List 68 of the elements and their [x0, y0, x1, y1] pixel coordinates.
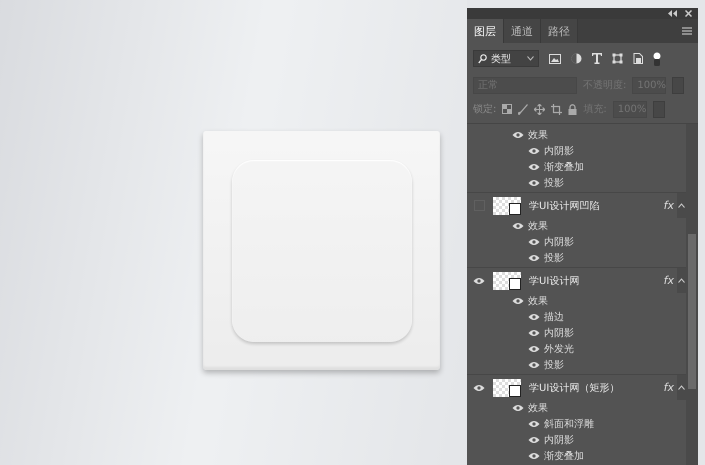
eye-icon[interactable] — [528, 312, 540, 322]
image-filter-icon[interactable] — [549, 54, 561, 64]
panel-tab[interactable]: 通道 — [504, 19, 541, 44]
layer-row[interactable]: 学UI设计网凹陷 fx — [467, 192, 686, 218]
effect-name: 内阴影 — [544, 144, 574, 158]
effects-label: 效果 — [528, 295, 548, 308]
eye-icon[interactable] — [528, 344, 540, 354]
layer-thumbnail — [493, 272, 521, 290]
effect-name: 内阴影 — [544, 236, 574, 249]
eye-icon[interactable] — [512, 130, 524, 140]
effect-name: 投影 — [544, 358, 564, 372]
effect-name: 外发光 — [544, 342, 574, 356]
filter-dropdown[interactable]: 类型 — [473, 50, 539, 68]
effect-name: 斜面和浮雕 — [544, 418, 594, 431]
effects-label: 效果 — [528, 129, 548, 142]
eye-icon[interactable] — [528, 419, 540, 429]
eye-icon[interactable] — [528, 162, 540, 172]
smart-object-filter-icon[interactable] — [633, 53, 643, 64]
scrollbar-thumb[interactable] — [688, 234, 696, 389]
brush-icon[interactable] — [518, 104, 528, 114]
filter-toggle-icon[interactable] — [653, 52, 661, 66]
fx-label: fx — [664, 381, 674, 394]
eye-icon[interactable] — [512, 403, 524, 413]
type-filter-icon[interactable] — [592, 53, 602, 64]
eye-icon[interactable] — [528, 146, 540, 156]
layer-name: 学UI设计网（矩形） — [529, 382, 620, 394]
eye-icon[interactable] — [512, 296, 524, 306]
layer-thumbnail — [493, 196, 521, 214]
eye-icon[interactable] — [528, 178, 540, 188]
caret-icon[interactable] — [677, 375, 686, 400]
effect-name: 内阴影 — [544, 326, 574, 340]
eye-icon[interactable] — [473, 382, 485, 392]
eye-icon[interactable] — [528, 435, 540, 445]
close-icon[interactable] — [685, 10, 692, 18]
layer-row[interactable]: 学UI设计网（矩形） fx — [467, 374, 686, 400]
layer-name: 学UI设计网凹陷 — [529, 200, 600, 212]
adjustment-filter-icon[interactable] — [571, 53, 582, 64]
effect-name: 渐变叠加 — [544, 450, 584, 463]
panel-tab[interactable]: 图层 — [467, 19, 504, 44]
eye-icon[interactable] — [528, 360, 540, 370]
effects-label: 效果 — [528, 402, 548, 415]
effects-label: 效果 — [528, 220, 548, 233]
artboard-icon[interactable] — [551, 104, 562, 114]
effect-name: 投影 — [544, 176, 564, 190]
effect-name: 描边 — [544, 310, 564, 324]
panel-tab[interactable]: 路径 — [541, 19, 578, 44]
move-icon[interactable] — [534, 104, 546, 114]
lock-transparency-icon[interactable] — [502, 104, 512, 114]
layer-name: 学UI设计网 — [529, 274, 580, 288]
caret-icon[interactable] — [677, 268, 686, 293]
eye-icon[interactable] — [528, 451, 540, 461]
lock-icon[interactable] — [568, 104, 578, 114]
caret-icon — [527, 56, 534, 62]
layer-row[interactable]: 学UI设计网 fx — [467, 267, 686, 293]
eye-icon[interactable] — [528, 328, 540, 338]
shape-filter-icon[interactable] — [612, 53, 623, 64]
eye-icon[interactable] — [512, 221, 524, 231]
eye-icon[interactable] — [528, 237, 540, 247]
fx-label: fx — [664, 274, 674, 287]
fx-label: fx — [664, 199, 674, 212]
layer-thumbnail — [493, 378, 521, 396]
eye-icon[interactable] — [473, 276, 485, 286]
caret-icon[interactable] — [677, 193, 686, 218]
eye-icon[interactable] — [528, 253, 540, 263]
effect-name: 投影 — [544, 252, 564, 265]
effect-name: 内阴影 — [544, 434, 574, 447]
effect-name: 渐变叠加 — [544, 160, 584, 174]
search-icon — [478, 54, 487, 64]
